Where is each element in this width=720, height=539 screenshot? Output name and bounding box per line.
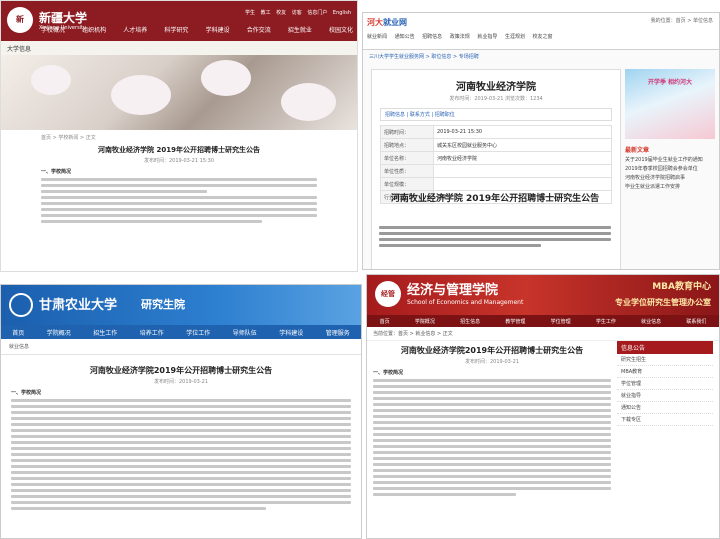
sidebar-link[interactable]: 下载专区 [617, 414, 713, 426]
sidebar-link[interactable]: 学位管理 [617, 378, 713, 390]
section-heading: 一、学校简况 [373, 370, 404, 376]
article-title: 河南牧业经济学院 2019年公开招聘博士研究生公告 [98, 146, 260, 154]
sidebar-link[interactable]: 河南牧业经济学院招聘启事 [625, 174, 715, 181]
sidebar-link[interactable]: MBA教育 [617, 366, 713, 378]
table-row: 招聘地点： 城关东区校园就业服务中心 [380, 138, 612, 152]
article-title: 河南牧业经济学院2019年公开招聘博士研究生公告 [89, 366, 273, 375]
table-row: 单位性质： [380, 164, 612, 178]
sidebar-link[interactable]: 研究生招生 [617, 354, 713, 366]
university-logo[interactable]: 新 [7, 7, 33, 33]
nav-item[interactable]: 学生工作 [596, 318, 616, 325]
sidebar: 开学季 相约河大 最新文章 关于2019届毕业生就业工作的通知 2019年春季校… [625, 69, 715, 269]
blossom-banner-image [1, 55, 357, 130]
section-label: 大学信息 [7, 46, 32, 53]
breadcrumb[interactable]: 当前位置：首页 > 就业信息 > 正文 [367, 327, 719, 341]
nav-item[interactable]: 招生信息 [460, 318, 480, 325]
nav-item[interactable]: 校园文化 [329, 25, 353, 34]
main-nav: 首页 学院概况 招生信息 教学管理 学位管理 学生工作 就业信息 联系我们 [367, 315, 719, 327]
top-links[interactable]: 学生 教工 校友 访客 信息门户 English [245, 9, 351, 16]
nav-item[interactable]: 招生就业 [288, 25, 312, 34]
sidebar-link[interactable]: 2019年春季校园招聘会参会单位 [625, 165, 715, 172]
sidebar-heading: 信息公告 [617, 341, 713, 354]
article-meta: 发布时间：2019-03-21 15:30 [143, 158, 215, 164]
xinjiang-university-page: 新 新疆大学 Xinjiang University 学生 教工 校友 访客 信… [0, 0, 358, 272]
section-label: 就业信息 [1, 339, 361, 355]
employer-title: 河南牧业经济学院 [456, 82, 536, 93]
university-seal-icon[interactable] [9, 293, 33, 317]
header-banner: 甘肃农业大学 研究生院 [1, 285, 361, 325]
nav-item[interactable]: 教学管理 [505, 318, 525, 325]
school-seal[interactable]: 经管 [375, 281, 401, 307]
nav-item[interactable]: 就业信息 [641, 318, 661, 325]
breadcrumb[interactable]: 首页 > 学校新闻 > 正文 [41, 134, 317, 141]
article-meta: 发布时间：2019-03-21 [464, 359, 520, 365]
nav-item[interactable]: 合作交流 [247, 25, 271, 34]
header-bar: 河大就业网 我的位置：首页 > 单位信息 就业新闻 通知公告 招聘信息 政策法规… [363, 13, 719, 50]
article-content: 首页 > 学校新闻 > 正文 河南牧业经济学院 2019年公开招聘博士研究生公告… [1, 130, 357, 230]
nav-item[interactable]: 导师队伍 [233, 328, 257, 337]
sidebar-link[interactable]: 毕业生就业派遣工作安排 [625, 183, 715, 190]
section-heading: 一、学校简况 [41, 169, 72, 175]
article-meta: 发布时间：2019-03-21 [153, 379, 209, 385]
nav-item[interactable]: 学院概况 [415, 318, 435, 325]
nav-item[interactable]: 管理服务 [326, 328, 350, 337]
nav-item[interactable]: 组织机构 [82, 25, 106, 34]
site-title: 经济与管理学院 [407, 283, 499, 298]
promo-banner-text: 开学季 相约河大 [647, 79, 693, 86]
sidebar-link[interactable]: 就业指导 [617, 390, 713, 402]
table-row: 招聘时间： 2019-03-21 15:30 [380, 125, 612, 139]
detail-tabs[interactable]: 招聘信息 | 联系方式 | 招聘职位 [380, 108, 612, 121]
table-row: 单位名称： 河南牧业经济学院 [380, 151, 612, 165]
nav-item[interactable]: 学院概况 [47, 328, 71, 337]
article-content: 河南牧业经济学院2019年公开招聘博士研究生公告 发布时间：2019-03-21… [373, 341, 611, 499]
table-row: 单位规模： [380, 177, 612, 191]
site-brand[interactable]: 河大就业网 [367, 17, 407, 28]
section-heading: 一、学校简况 [11, 390, 42, 396]
job-meta: 发布时间：2019-03-21 浏览次数：1234 [449, 96, 543, 102]
nav-item[interactable]: 培养工作 [140, 328, 164, 337]
nav-item[interactable]: 首页 [380, 318, 390, 325]
gansu-agricultural-university-page: 甘肃农业大学 研究生院 首页 学院概况 招生工作 培养工作 学位工作 导师队伍 … [0, 284, 362, 539]
nav-item[interactable]: 学科建设 [279, 328, 303, 337]
breadcrumb[interactable]: 三川大学学生就业服务网 > 职位信息 > 专场招聘 [363, 50, 719, 63]
sub-nav[interactable]: 就业新闻 通知公告 招聘信息 政策法规 就业指导 生涯规划 校友之窗 [367, 33, 715, 40]
office-title: 专业学位研究生管理办公室 [615, 298, 711, 307]
henan-university-job-page: 河大就业网 我的位置：首页 > 单位信息 就业新闻 通知公告 招聘信息 政策法规… [362, 12, 720, 270]
header-banner: 经管 经济与管理学院 School of Economics and Manag… [367, 275, 719, 315]
nav-item[interactable]: 学位工作 [186, 328, 210, 337]
site-title: 新疆大学 [39, 11, 88, 25]
section-bar: 大学信息 [1, 41, 357, 55]
article-title: 河南牧业经济学院2019年公开招聘博士研究生公告 [400, 346, 584, 355]
promo-banner-image[interactable]: 开学季 相约河大 [625, 69, 715, 139]
nav-item[interactable]: 学位管理 [551, 318, 571, 325]
header-bar: 新 新疆大学 Xinjiang University 学生 教工 校友 访客 信… [1, 1, 357, 41]
site-subtitle: School of Economics and Management [407, 299, 524, 306]
nav-item[interactable]: 学科建设 [206, 25, 230, 34]
announcement-text [379, 223, 611, 250]
nav-item[interactable]: 联系我们 [686, 318, 706, 325]
nav-item[interactable]: 招生工作 [93, 328, 117, 337]
sidebar-link[interactable]: 通知公告 [617, 402, 713, 414]
sidebar-link[interactable]: 关于2019届毕业生就业工作的通知 [625, 156, 715, 163]
nav-item[interactable]: 学校概况 [41, 25, 65, 34]
sidebar: 信息公告 研究生招生 MBA教育 学位管理 就业指导 通知公告 下载专区 [617, 341, 713, 426]
location-link[interactable]: 我的位置：首页 > 单位信息 [651, 17, 713, 24]
site-subtitle: 研究生院 [141, 298, 185, 311]
main-nav: 学校概况 组织机构 人才培养 科学研究 学科建设 合作交流 招生就业 校园文化 [41, 25, 353, 34]
nav-item[interactable]: 首页 [12, 328, 24, 337]
article-content: 河南牧业经济学院2019年公开招聘博士研究生公告 发布时间：2019-03-21… [1, 355, 361, 517]
nav-item[interactable]: 人才培养 [123, 25, 147, 34]
site-title: 甘肃农业大学 [39, 298, 118, 313]
mba-center-title: MBA教育中心 [652, 282, 711, 292]
sidebar-heading: 最新文章 [625, 147, 650, 154]
economics-management-mba-page: 经管 经济与管理学院 School of Economics and Manag… [366, 274, 720, 539]
nav-item[interactable]: 科学研究 [164, 25, 188, 34]
main-nav: 首页 学院概况 招生工作 培养工作 学位工作 导师队伍 学科建设 管理服务 [1, 325, 361, 339]
announcement-title: 河南牧业经济学院 2019年公开招聘博士研究生公告 [390, 194, 600, 204]
